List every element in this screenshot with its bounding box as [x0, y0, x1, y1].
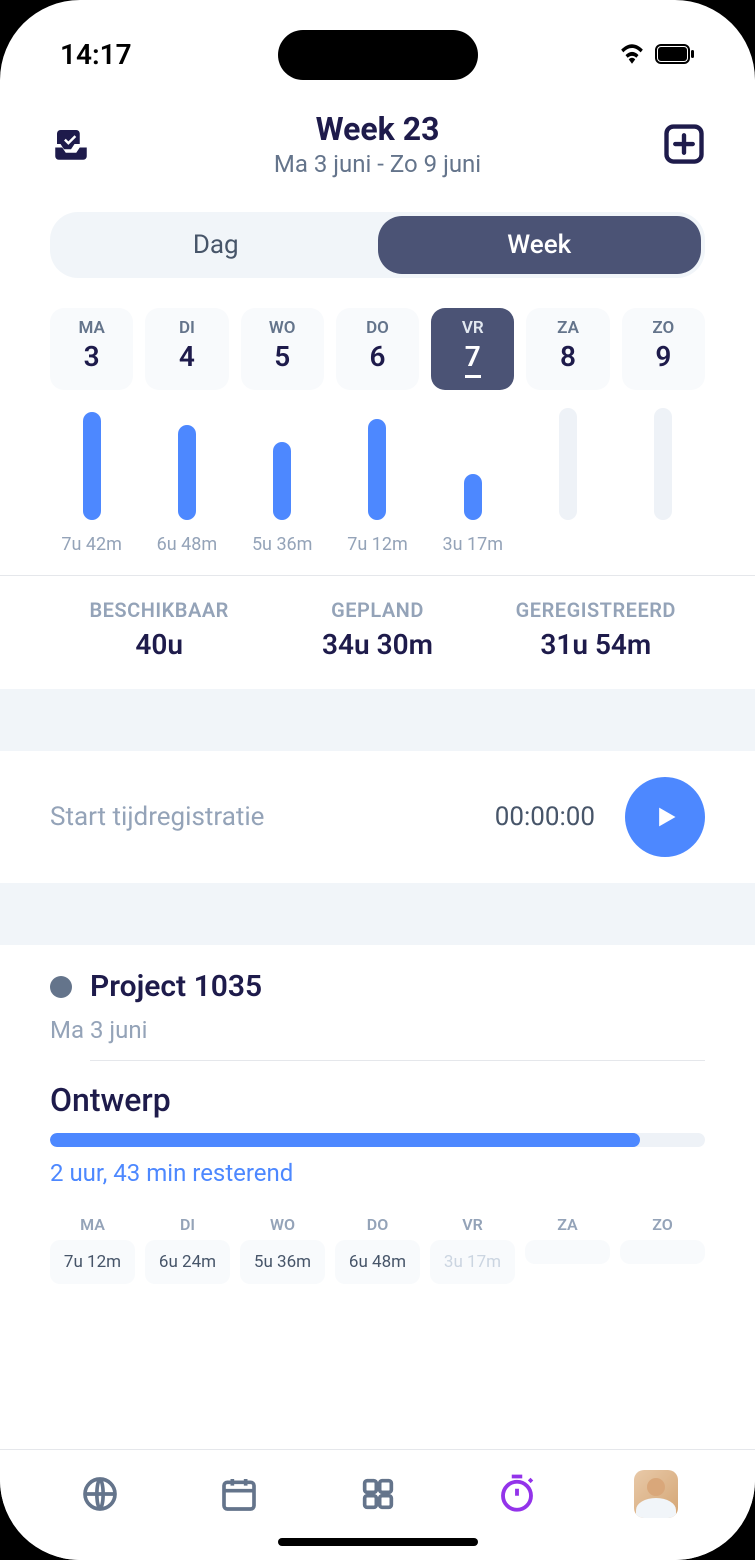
stat-available-label: BESCHIKBAAR	[50, 598, 268, 622]
play-button[interactable]	[625, 777, 705, 857]
nav-profile[interactable]	[634, 1472, 678, 1516]
bar-label: 7u 12m	[336, 534, 419, 555]
status-time: 14:17	[60, 38, 132, 71]
day-ma[interactable]: MA3	[50, 308, 133, 390]
stat-registered-label: GEREGISTREERD	[487, 598, 705, 622]
task-days-row: MA7u 12m DI6u 24m WO5u 36m DO6u 48m VR3u…	[0, 1187, 755, 1298]
nav-globe[interactable]	[78, 1472, 122, 1516]
stat-registered-value: 31u 54m	[487, 628, 705, 661]
project-color-dot	[50, 976, 72, 998]
progress-bar	[50, 1133, 705, 1147]
bar-di	[178, 425, 196, 520]
hours-chart	[0, 390, 755, 520]
day-wo[interactable]: WO5	[241, 308, 324, 390]
mini-day[interactable]: ZO	[620, 1215, 705, 1284]
avatar	[634, 1470, 678, 1518]
timer-label: Start tijdregistratie	[50, 802, 495, 832]
wifi-icon	[619, 44, 645, 64]
bar-wo	[273, 442, 291, 520]
tab-week[interactable]: Week	[378, 216, 702, 274]
nav-calendar[interactable]	[217, 1472, 261, 1516]
stat-planned-label: GEPLAND	[268, 598, 486, 622]
timer-row: Start tijdregistratie 00:00:00	[0, 751, 755, 883]
task-name: Ontwerp	[50, 1081, 705, 1119]
day-za[interactable]: ZA8	[526, 308, 609, 390]
mini-day[interactable]: VR3u 17m	[430, 1215, 515, 1284]
bar-label: 3u 17m	[431, 534, 514, 555]
nav-grid[interactable]	[356, 1472, 400, 1516]
project-date: Ma 3 juni	[50, 1016, 705, 1044]
day-do[interactable]: DO6	[336, 308, 419, 390]
day-vr[interactable]: VR7	[431, 308, 514, 390]
project-name: Project 1035	[90, 969, 262, 1004]
timer-time: 00:00:00	[495, 802, 595, 832]
view-tabs: Dag Week	[50, 212, 705, 278]
nav-timer[interactable]	[495, 1472, 539, 1516]
bar-ma	[83, 412, 101, 520]
bar-label: 5u 36m	[241, 534, 324, 555]
mini-day[interactable]: ZA	[525, 1215, 610, 1284]
mini-day[interactable]: DI6u 24m	[145, 1215, 230, 1284]
page-subtitle: Ma 3 juni - Zo 9 juni	[274, 150, 481, 178]
bar-label: 6u 48m	[145, 534, 228, 555]
mini-day[interactable]: WO5u 36m	[240, 1215, 325, 1284]
battery-icon	[655, 44, 695, 64]
bar-label: 7u 42m	[50, 534, 133, 555]
page-title: Week 23	[274, 110, 481, 148]
day-picker: MA3 DI4 WO5 DO6 VR7 ZA8 ZO9	[0, 278, 755, 390]
bar-zo	[654, 408, 672, 520]
add-button[interactable]	[663, 123, 705, 165]
tab-day[interactable]: Dag	[54, 216, 378, 274]
mini-day[interactable]: DO6u 48m	[335, 1215, 420, 1284]
task-section[interactable]: Ontwerp 2 uur, 43 min resterend	[0, 1061, 755, 1187]
home-indicator[interactable]	[278, 1538, 478, 1546]
day-di[interactable]: DI4	[145, 308, 228, 390]
task-remaining: 2 uur, 43 min resterend	[50, 1159, 705, 1187]
mini-day[interactable]: MA7u 12m	[50, 1215, 135, 1284]
day-zo[interactable]: ZO9	[622, 308, 705, 390]
stats-row: BESCHIKBAAR 40u GEPLAND 34u 30m GEREGISTRE…	[0, 575, 755, 689]
inbox-check-icon[interactable]	[50, 123, 92, 165]
bar-za	[559, 408, 577, 520]
stat-planned-value: 34u 30m	[268, 628, 486, 661]
bar-label	[526, 534, 609, 555]
bar-do	[368, 419, 386, 520]
bar-vr	[464, 474, 482, 520]
project-section[interactable]: Project 1035 Ma 3 juni	[0, 945, 755, 1061]
stat-available-value: 40u	[50, 628, 268, 661]
progress-fill	[50, 1133, 640, 1147]
bar-label	[622, 534, 705, 555]
